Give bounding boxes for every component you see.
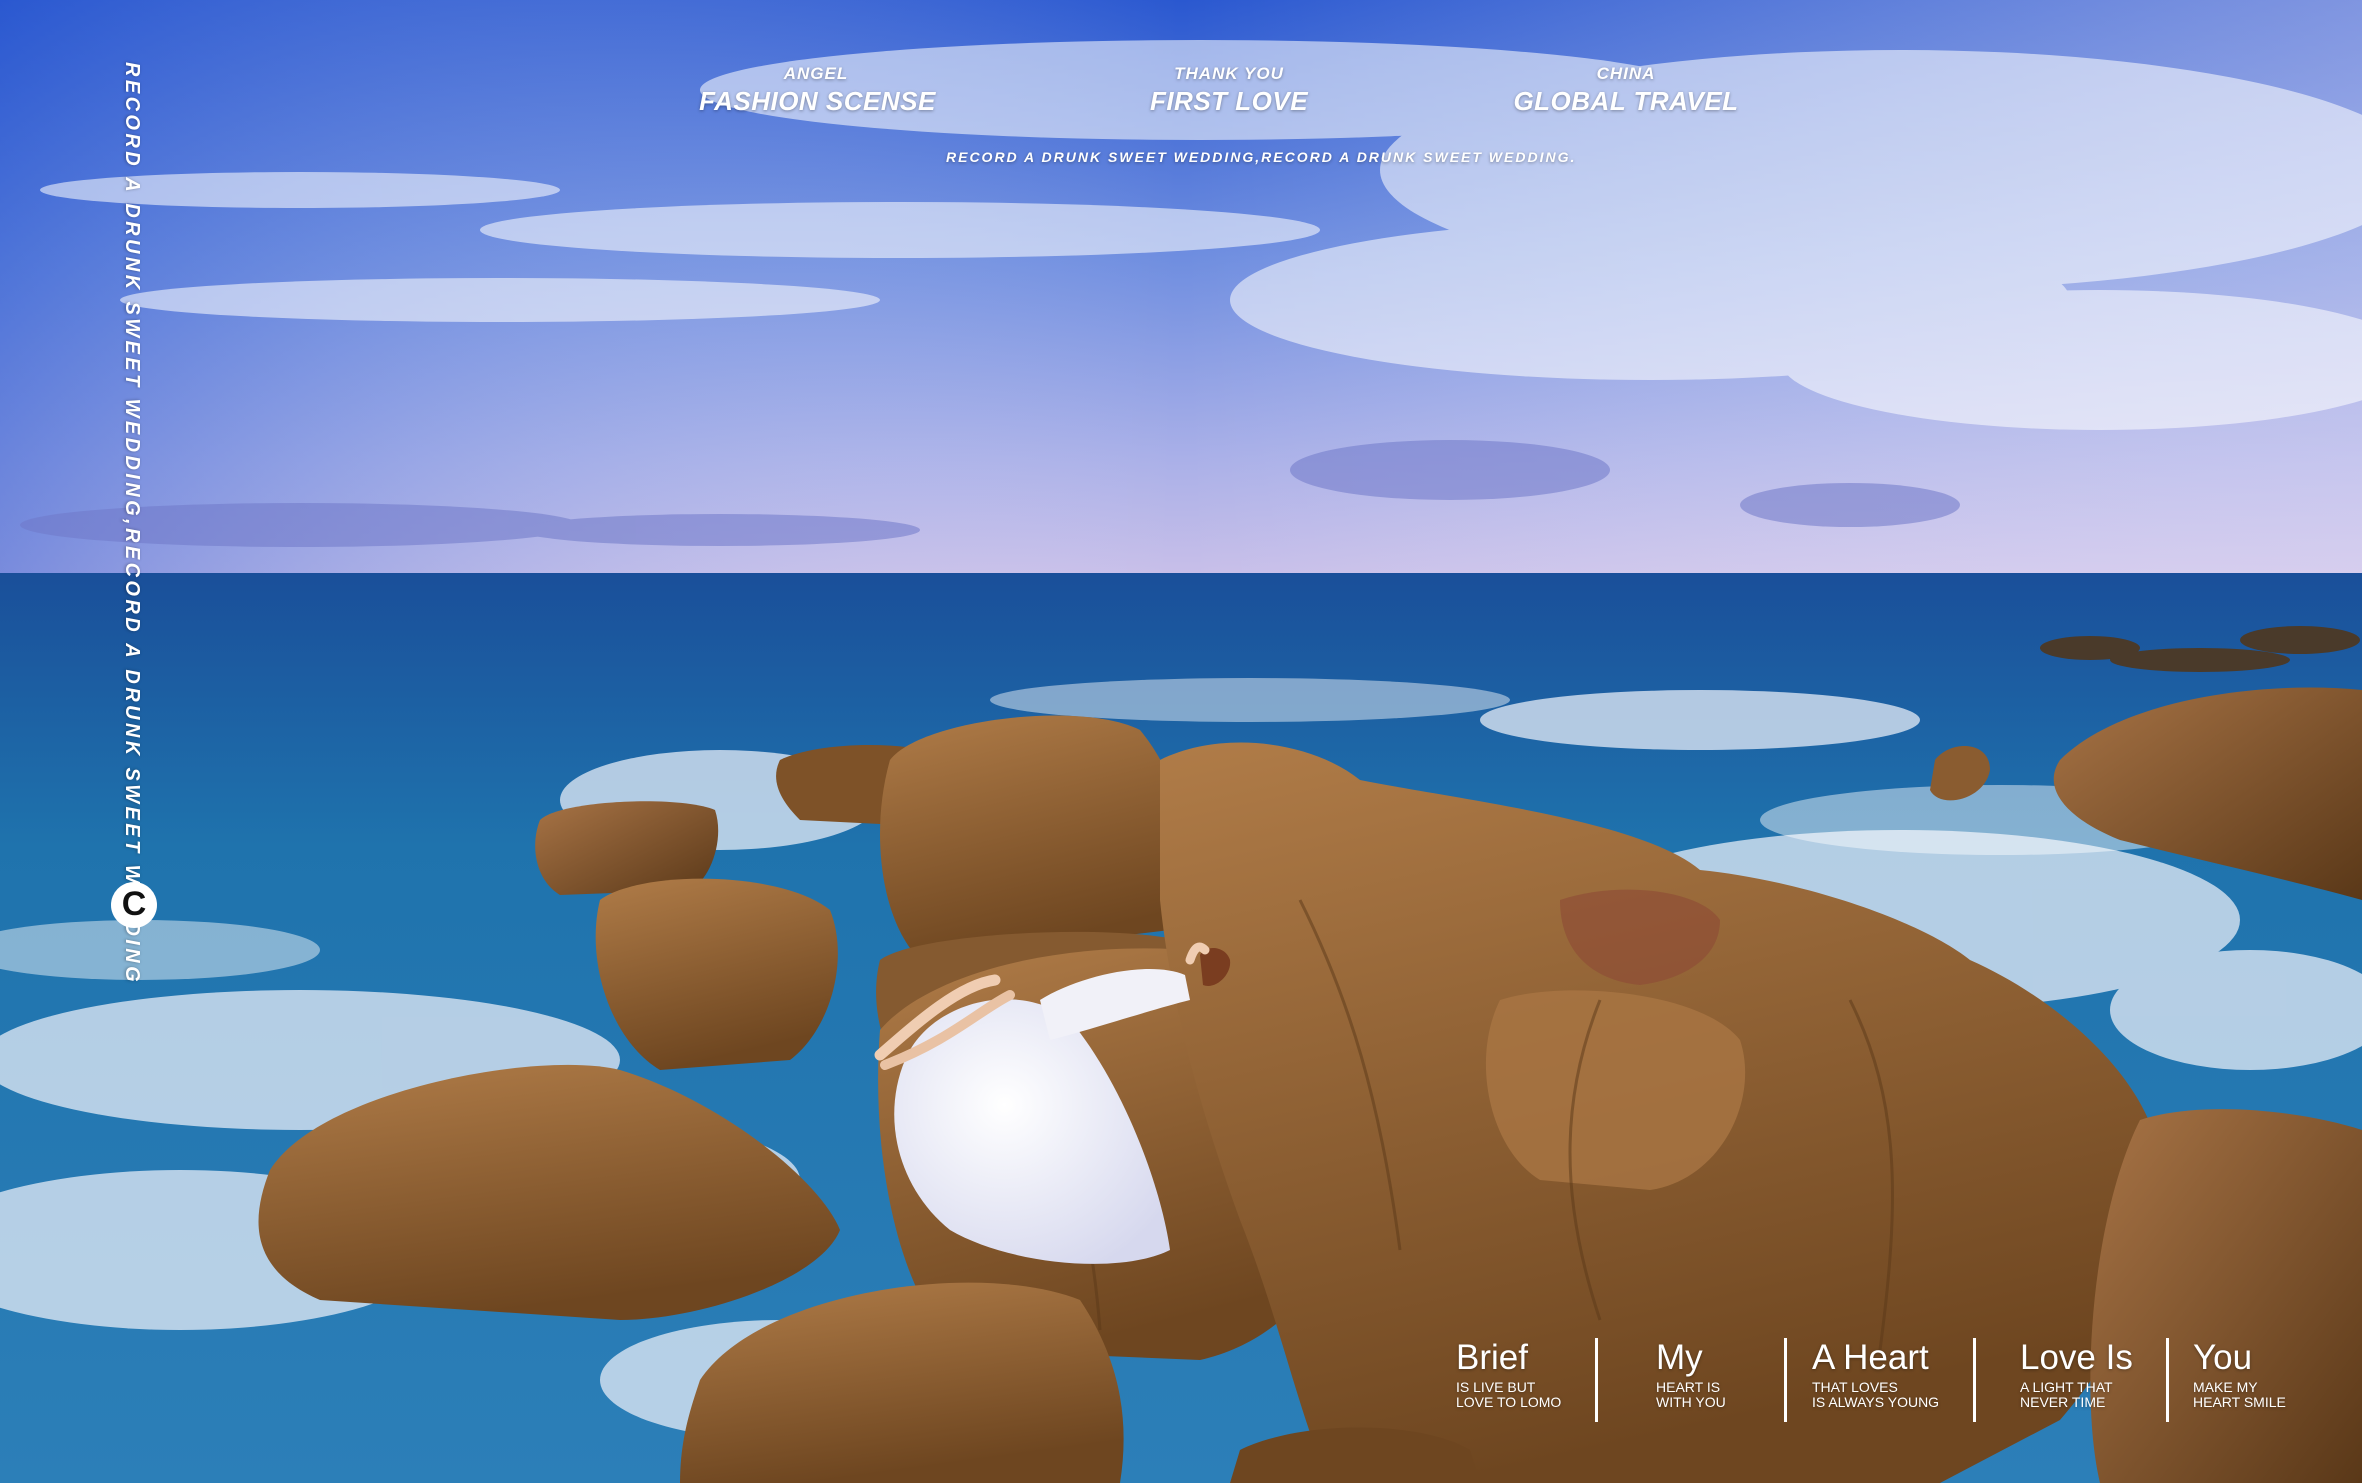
footer-line: A LIGHT THAT <box>2020 1379 2113 1395</box>
header-tagline: RECORD A DRUNK SWEET WEDDING,RECORD A DR… <box>946 149 1577 165</box>
footer-item-brief: Brief IS LIVE BUT LOVE TO LOMO <box>1456 1340 1595 1410</box>
footer-item-you: You MAKE MY HEART SMILE <box>2193 1340 2333 1410</box>
header-col2-title: FIRST LOVE <box>1149 86 1309 116</box>
footer-title: Brief <box>1456 1338 1528 1377</box>
footer-line: NEVER TIME <box>2020 1394 2106 1410</box>
footer-line: IS LIVE BUT <box>1456 1379 1536 1395</box>
header-col1-small: ANGEL <box>783 64 849 83</box>
footer-divider <box>2166 1338 2169 1422</box>
footer-line: IS ALWAYS YOUNG <box>1812 1394 1940 1410</box>
footer-line: THAT LOVES <box>1812 1379 1898 1395</box>
footer-line: HEART IS <box>1656 1379 1721 1395</box>
footer-divider <box>1784 1338 1787 1422</box>
header-col1-title: FASHION SCENSE <box>699 86 936 116</box>
footer-line: WITH YOU <box>1656 1394 1726 1410</box>
side-vertical-text: RECORD A DRUNK SWEET WEDDING,RECORD A DR… <box>121 62 143 986</box>
footer-item-my: My HEART IS WITH YOU <box>1656 1340 1784 1410</box>
footer-title: A Heart <box>1812 1338 1929 1377</box>
footer-item-love-is: Love Is A LIGHT THAT NEVER TIME <box>2020 1340 2166 1410</box>
footer-line: HEART SMILE <box>2193 1394 2286 1410</box>
footer-title: My <box>1656 1338 1703 1377</box>
c-logo-icon: C <box>111 882 157 928</box>
seaside-wedding-photo <box>0 0 2362 1483</box>
footer-divider <box>1595 1338 1598 1422</box>
footer-title: Love Is <box>2020 1338 2133 1377</box>
footer-divider <box>1973 1338 1976 1422</box>
footer-title: You <box>2193 1338 2253 1377</box>
header-col3-title: GLOBAL TRAVEL <box>1513 86 1739 116</box>
footer-line: LOVE TO LOMO <box>1456 1394 1562 1410</box>
footer-phrases: Brief IS LIVE BUT LOVE TO LOMO My HEART … <box>1456 1338 2333 1422</box>
header-col2-small: THANK YOU <box>1174 64 1284 83</box>
footer-line: MAKE MY <box>2193 1379 2258 1395</box>
c-logo-letter: C <box>121 885 147 923</box>
header-col3-small: CHINA <box>1596 64 1656 83</box>
footer-item-a-heart: A Heart THAT LOVES IS ALWAYS YOUNG <box>1812 1340 1973 1410</box>
